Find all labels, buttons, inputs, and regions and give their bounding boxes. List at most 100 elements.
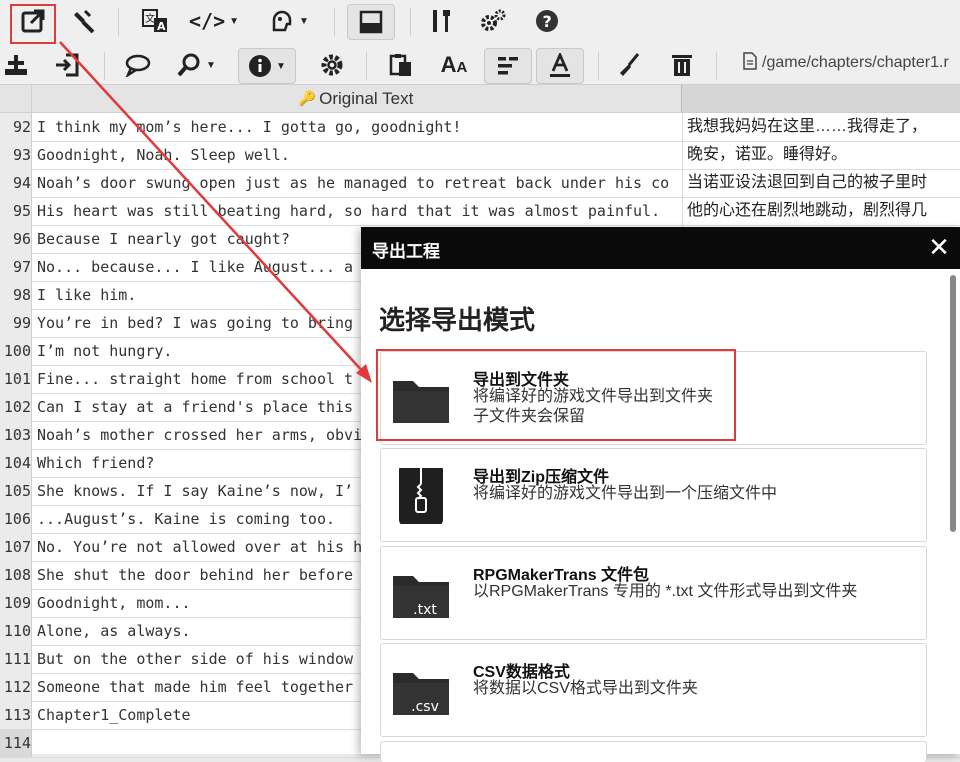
tools-button[interactable]: [424, 4, 458, 38]
row-number: 110: [0, 617, 32, 645]
separator: [410, 8, 411, 36]
info-icon: [249, 55, 272, 77]
original-text-cell[interactable]: His heart was still beating hard, so har…: [32, 197, 683, 225]
comment-icon: [125, 54, 151, 77]
zip-icon: [399, 468, 443, 524]
table-row[interactable]: 92 I think my mom’s here... I gotta go, g…: [0, 113, 960, 142]
row-number: 111: [0, 645, 32, 673]
search-dropdown[interactable]: ▼: [168, 48, 224, 82]
clean-button[interactable]: [612, 48, 646, 82]
option-description: 将数据以CSV格式导出到文件夹: [473, 680, 698, 697]
close-icon: ✕: [928, 232, 950, 262]
option-description: 将编译好的游戏文件导出到一个压缩文件中: [473, 485, 778, 502]
original-text-cell[interactable]: I think my mom’s here... I gotta go, goo…: [32, 113, 683, 141]
dialog-header: 导出工程 ✕: [361, 227, 960, 269]
tools-icon: [433, 10, 450, 32]
import-button[interactable]: [50, 48, 84, 82]
row-number: 112: [0, 673, 32, 701]
file-icon: [743, 52, 757, 70]
export-rpgmakertrans-option[interactable]: .txt RPGMakerTrans 文件包 以RPGMakerTrans 专用…: [380, 546, 927, 640]
separator: [716, 52, 717, 80]
character-dropdown[interactable]: ▼: [260, 4, 318, 38]
row-number: 102: [0, 393, 32, 421]
import-icon: [56, 53, 79, 77]
info-dropdown[interactable]: ▼: [238, 48, 296, 84]
annotation-highlight-export: [10, 4, 56, 44]
table-row[interactable]: 93 Goodnight, Noah. Sleep well. 晚安，诺亚。睡得好。: [0, 141, 960, 170]
settings-gears-button[interactable]: [476, 4, 510, 38]
grid-header: 🔑 Original Text: [0, 85, 960, 113]
text-color-button[interactable]: [536, 48, 584, 84]
row-number: 107: [0, 533, 32, 561]
separator: [598, 52, 599, 80]
row-number: 95: [0, 197, 32, 225]
translation-cell[interactable]: 当诺亚设法退回到自己的被子里时: [682, 169, 960, 197]
options-button[interactable]: [314, 48, 350, 82]
row-number: 104: [0, 449, 32, 477]
table-row[interactable]: 94 Noah’s door swung open just as he mana…: [0, 169, 960, 198]
file-path-text: /game/chapters/chapter1.r: [762, 54, 949, 71]
export-zip-option[interactable]: 导出到Zip压缩文件 将编译好的游戏文件导出到一个压缩文件中: [380, 448, 927, 542]
row-number: 106: [0, 505, 32, 533]
svg-text:文: 文: [145, 12, 155, 25]
svg-text:?: ?: [543, 12, 552, 31]
font-size-button[interactable]: AA: [436, 48, 472, 82]
align-button[interactable]: [484, 48, 532, 84]
translation-cell[interactable]: 我想我妈妈在这里……我得走了，: [682, 113, 960, 141]
row-number: 105: [0, 477, 32, 505]
hammer-icon: [74, 9, 95, 34]
translate-icon: 文A: [142, 9, 167, 33]
row-number: 108: [0, 561, 32, 589]
chevron-down-icon: ▼: [206, 59, 216, 71]
row-number: 96: [0, 225, 32, 253]
add-row-icon: [5, 55, 27, 75]
script-dropdown[interactable]: </> ▼: [186, 4, 242, 38]
csv-badge: .csv: [411, 699, 439, 715]
row-number: 97: [0, 253, 32, 281]
row-number: 101: [0, 365, 32, 393]
build-button[interactable]: [66, 4, 102, 38]
original-text-header-label: Original Text: [319, 88, 414, 108]
font-size-icon: AA: [440, 52, 468, 77]
original-text-cell[interactable]: Goodnight, Noah. Sleep well.: [32, 141, 683, 169]
original-text-cell[interactable]: Noah’s door swung open just as he manage…: [32, 169, 683, 197]
translate-button[interactable]: 文A: [137, 4, 173, 38]
paste-button[interactable]: [384, 48, 418, 82]
export-csv-option[interactable]: .csv CSV数据格式 将数据以CSV格式导出到文件夹: [380, 643, 927, 737]
table-row[interactable]: 95 His heart was still beating hard, so h…: [0, 197, 960, 226]
align-icon: [498, 57, 518, 75]
brush-icon: [620, 53, 640, 76]
close-button[interactable]: ✕: [926, 233, 952, 261]
separator: [334, 8, 335, 36]
row-number: 99: [0, 309, 32, 337]
translation-header[interactable]: [681, 85, 960, 112]
separator: [366, 52, 367, 80]
row-number: 113: [0, 701, 32, 729]
row-number: 103: [0, 421, 32, 449]
main-toolbar: 文A </> ▼ ▼ ?: [0, 0, 960, 45]
row-number: 114: [0, 729, 32, 757]
dialog-title: 导出工程: [372, 242, 440, 261]
window-icon: [359, 10, 383, 34]
annotation-highlight-folder-option: [376, 349, 736, 441]
window-button[interactable]: [347, 4, 395, 40]
export-option-partial[interactable]: [380, 741, 927, 762]
row-number: 109: [0, 589, 32, 617]
code-icon: </>: [188, 9, 226, 33]
gears-icon: [481, 9, 506, 31]
row-number: 93: [0, 141, 32, 169]
chevron-down-icon: ▼: [229, 15, 240, 27]
comment-button[interactable]: [120, 48, 156, 82]
delete-button[interactable]: [664, 48, 700, 82]
original-text-header[interactable]: 🔑 Original Text: [32, 85, 680, 112]
file-path: /game/chapters/chapter1.r: [742, 52, 949, 72]
row-number: 98: [0, 281, 32, 309]
dialog-scrollbar[interactable]: [950, 275, 956, 532]
help-button[interactable]: ?: [530, 4, 564, 38]
add-row-button[interactable]: [0, 48, 32, 82]
row-number: 100: [0, 337, 32, 365]
translation-cell[interactable]: 晚安，诺亚。睡得好。: [682, 141, 960, 169]
translation-cell[interactable]: 他的心还在剧烈地跳动，剧烈得几: [682, 197, 960, 225]
separator: [118, 8, 119, 36]
chevron-down-icon: ▼: [276, 60, 286, 72]
